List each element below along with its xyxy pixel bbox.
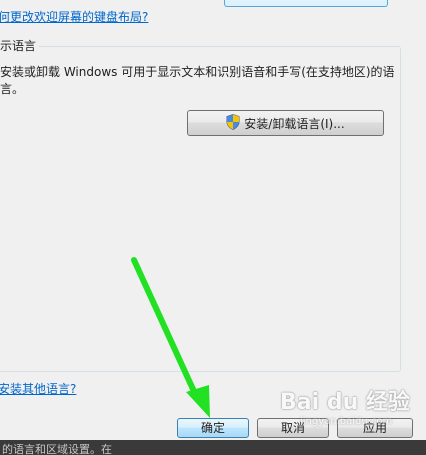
install-button-label: 安装/卸载语言(I)...	[244, 116, 345, 131]
description-line-1: 安装或卸载 Windows 可用于显示文本和识别语音和手写(在支持地区)的语	[0, 65, 395, 79]
display-language-description: 安装或卸载 Windows 可用于显示文本和识别语音和手写(在支持地区)的语 言…	[0, 64, 395, 98]
description-line-2: 言。	[0, 82, 25, 96]
top-action-button[interactable]	[224, 0, 388, 7]
display-language-group-title: 示语言	[0, 37, 40, 54]
ok-button[interactable]: 确定	[177, 418, 249, 438]
keyboard-layout-link[interactable]: 何更改欢迎屏幕的键盘布局?	[0, 8, 148, 25]
install-other-languages-link[interactable]: 安装其他语言?	[0, 380, 76, 397]
install-uninstall-languages-button[interactable]: 安装/卸载语言(I)...	[187, 110, 384, 136]
region-language-dialog: 何更改欢迎屏幕的键盘布局? 示语言 安装或卸载 Windows 可用于显示文本和…	[0, 0, 426, 440]
background-strip-text: 的语言和区域设置。在	[2, 443, 112, 455]
uac-shield-icon	[226, 113, 240, 133]
background-window-strip: 的语言和区域设置。在	[0, 440, 426, 455]
apply-button[interactable]: 应用	[337, 418, 413, 438]
cancel-button[interactable]: 取消	[257, 418, 329, 438]
